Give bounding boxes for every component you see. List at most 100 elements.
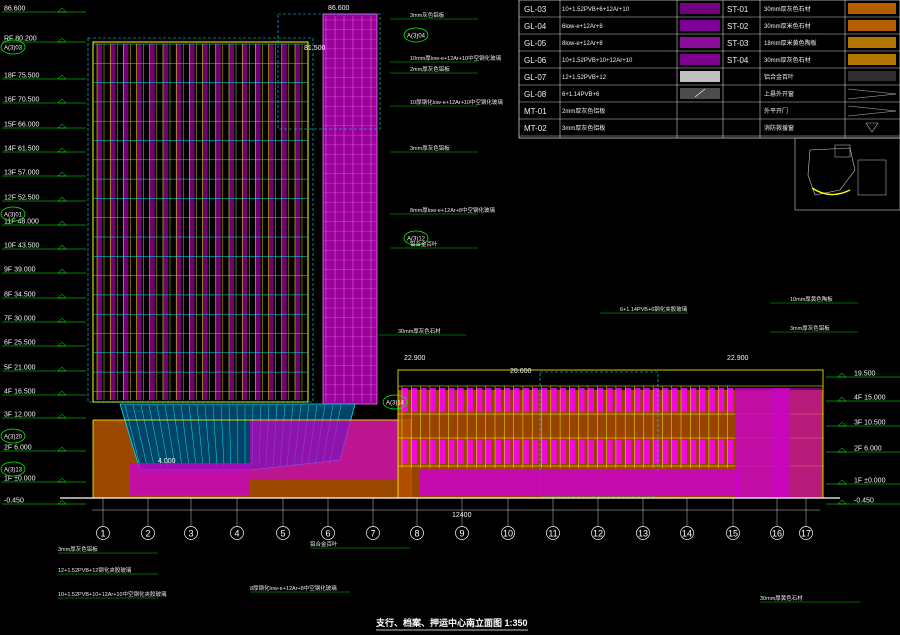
magenta-core (277, 13, 381, 405)
legend-swatch (680, 37, 720, 48)
level-left: 6F 25.500 (4, 340, 36, 347)
legend-desc: 2mm厚灰色铝板 (562, 107, 605, 115)
drawing-title: 支行、档案、押运中心南立面图 1:350 (375, 617, 528, 628)
ground-mark: 4.000 (158, 458, 176, 465)
top-level-2: 81.500 (304, 45, 326, 52)
annotation-top: 铝合金百叶 (410, 240, 438, 248)
overall-dimension: 12400 (452, 512, 472, 519)
level-right: -0.450 (854, 498, 874, 505)
legend-desc: 6+1.14PVB+6 (562, 92, 600, 98)
annotation-bottom: 10+1.52PVB+10+12Ar+10中空钢化夹胶玻璃 (58, 590, 167, 598)
callout-tag: A(3)14 (386, 401, 405, 407)
annotation-bottom: 8厚钢化low-e+12Ar+8中空钢化玻璃 (250, 584, 337, 592)
level-left: 12F 52.500 (4, 195, 40, 202)
grid-axis-label: 15 (728, 529, 738, 539)
level-right: 3F 10.500 (854, 420, 886, 427)
legend-desc-2: 上悬外开窗 (764, 90, 794, 98)
grid-axis-label: 10 (503, 529, 513, 539)
legend-desc: 12+1.52PVB+12 (562, 75, 607, 81)
level-left: 9F 39.000 (4, 267, 36, 274)
legend-table: GL-03 10+1.52PVB+6+12Ar+10 ST-01 30mm厚灰色石材 G… (518, 0, 900, 139)
cad-drawing: GL-03 10+1.52PVB+6+12Ar+10 ST-01 30mm厚灰色石材 G… (0, 0, 900, 635)
legend-desc: 8low-e+12Ar+8 (562, 41, 603, 47)
legend-code: GL-05 (524, 39, 547, 48)
legend-swatch (680, 20, 720, 31)
legend-code: GL-06 (524, 56, 547, 65)
grid-axis-label: 13 (638, 529, 648, 539)
level-left: 1F ±0.000 (4, 476, 36, 483)
legend-code-2: ST-01 (727, 5, 749, 14)
legend-swatch-2 (848, 20, 896, 31)
level-left: 18F 75.500 (4, 73, 40, 80)
level-left: 3F 12.000 (4, 412, 36, 419)
legend-swatch-2 (848, 3, 896, 14)
legend-swatch (680, 71, 720, 82)
level-left: 2F 6.000 (4, 445, 32, 452)
legend-desc-2: 18mm厚米黄色陶板 (764, 39, 817, 47)
low-rise-block (397, 369, 824, 499)
legend-desc: 3mm厚灰色铝板 (562, 124, 605, 132)
annotation-bottom: 12+1.52PVB+12钢化夹胶玻璃 (58, 566, 132, 574)
legend-code: GL-07 (524, 73, 547, 82)
annotation-top: 10厚钢化low-e+12Ar+10中空钢化玻璃 (410, 98, 503, 106)
annotation-top: 10mm厚low-e+12Ar+10中空钢化玻璃 (410, 54, 502, 62)
legend-desc-2: 30mm厚灰色石材 (764, 56, 811, 64)
legend-swatch-2 (848, 37, 896, 48)
level-left: 4F 16.500 (4, 389, 36, 396)
callout-tag: A(3)20 (4, 435, 23, 441)
tower-block (87, 37, 314, 403)
level-right: 2F 6.000 (854, 446, 882, 453)
grid-axis-label: 17 (801, 529, 811, 539)
level-right: 1F ±0.000 (854, 478, 886, 485)
legend-swatch (680, 3, 720, 14)
grid-axis-label: 11 (548, 529, 557, 539)
level-left: 10F 43.500 (4, 243, 40, 250)
legend-swatch-2 (848, 54, 896, 65)
grid-axis-label: 14 (682, 529, 692, 539)
callout-tag: A(3)13 (4, 468, 23, 474)
annotation-top: 3mm厚灰色铝板 (790, 324, 830, 332)
annotations-bottom: 3mm厚灰色铝板 12+1.52PVB+12钢化夹胶玻璃 10+1.52PVB+10… (58, 540, 860, 603)
level-left: -0.450 (4, 498, 24, 505)
level-right: 4F 15.000 (854, 395, 886, 402)
legend-code: MT-01 (524, 107, 547, 116)
level-left: 86.600 (4, 6, 26, 13)
legend-code-2: ST-03 (727, 39, 749, 48)
key-plan (794, 137, 900, 211)
top-level-5: 22.900 (727, 355, 749, 362)
annotation-top: 30mm厚灰色石材 (398, 327, 441, 335)
level-left: 13F 57.000 (4, 170, 40, 177)
annotation-top: 10mm厚黄色陶板 (790, 295, 833, 303)
grid-axis-label: 3 (188, 529, 193, 539)
legend-code: GL-04 (524, 22, 547, 31)
legend-swatch (680, 88, 720, 99)
grid-axis-label: 7 (370, 529, 375, 539)
grid-axis-label: 5 (280, 529, 285, 539)
callout-tag: A(3)01 (4, 213, 23, 219)
grid-axis-label: 4 (234, 529, 239, 539)
grid-axis-label: 1 (100, 529, 105, 539)
level-left: 8F 34.500 (4, 292, 36, 299)
podium-left (92, 403, 412, 499)
top-level-1: 86.600 (328, 5, 350, 12)
level-left: 5F 21.000 (4, 365, 36, 372)
legend-code-2: ST-02 (727, 22, 749, 31)
level-left: 14F 61.500 (4, 146, 40, 153)
legend-desc: 6low-e+12Ar+8 (562, 24, 603, 30)
legend-desc-2: 30mm厚灰色石材 (764, 5, 811, 13)
legend-desc-2: 消防救援窗 (764, 124, 794, 132)
legend-code: GL-03 (524, 5, 547, 14)
legend-desc-2: 30mm厚米色石材 (764, 22, 811, 30)
levels-left: 86.600RF 80.20018F 75.50016F 70.50015F 6… (2, 6, 86, 505)
legend-code-2: ST-04 (727, 56, 749, 65)
legend-desc-2: 外平开门 (764, 107, 788, 115)
level-left: 11F 48.000 (4, 219, 39, 226)
legend-code: MT-02 (524, 124, 547, 133)
legend-code: GL-08 (524, 90, 547, 99)
grid-axis-label: 9 (459, 529, 464, 539)
level-right: 19.500 (854, 371, 876, 378)
legend-desc: 10+1.52PVB+10+12Ar+10 (562, 58, 633, 64)
top-level-3: 22.900 (404, 355, 426, 362)
annotation-bottom: 3mm厚灰色铝板 (58, 545, 98, 553)
annotation-top: 3mm厚灰色铝板 (410, 144, 450, 152)
